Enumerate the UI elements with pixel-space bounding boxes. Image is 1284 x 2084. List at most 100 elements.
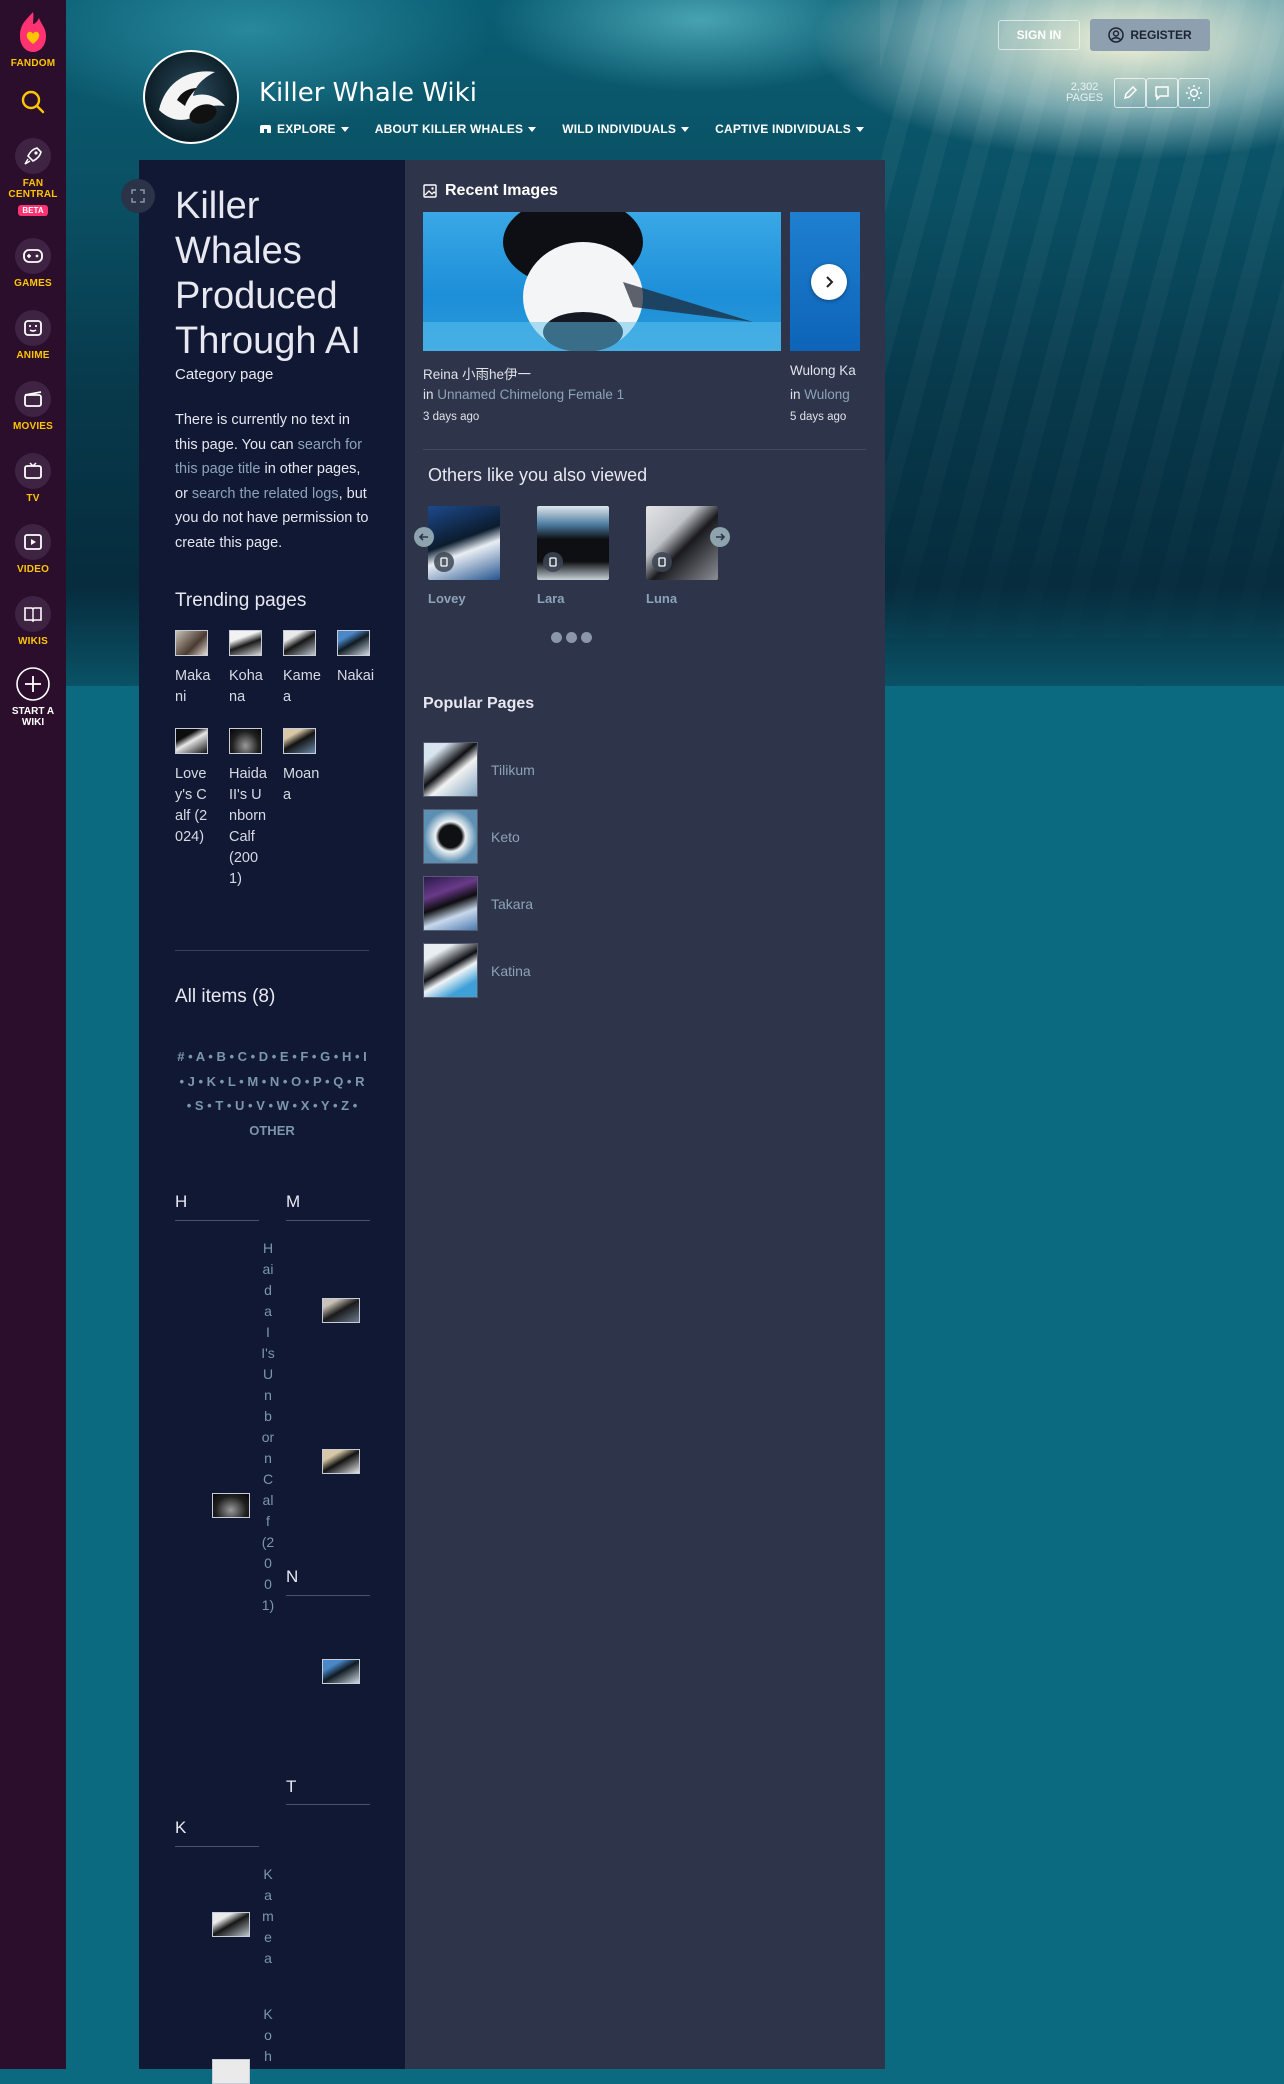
pagination-dot[interactable] bbox=[581, 632, 592, 643]
carousel-pagination bbox=[551, 632, 592, 643]
nav-wild-individuals[interactable]: WILD INDIVIDUALS bbox=[562, 122, 690, 136]
chevron-down-icon bbox=[855, 126, 864, 132]
item-thumbnail[interactable] bbox=[212, 1493, 250, 1518]
video-link[interactable]: VIDEO bbox=[0, 524, 66, 575]
nav-about-killer-whales[interactable]: ABOUT KILLER WHALES bbox=[375, 122, 537, 136]
nav-explore[interactable]: EXPLORE bbox=[259, 122, 349, 136]
play-icon bbox=[24, 534, 42, 550]
others-viewed-card[interactable] bbox=[428, 506, 500, 580]
carousel-prev-button[interactable] bbox=[414, 527, 434, 547]
theme-toggle-button[interactable] bbox=[1178, 78, 1210, 108]
orca-photo bbox=[423, 212, 781, 351]
popular-page-item[interactable]: Tilikum bbox=[423, 742, 723, 797]
all-items-heading: All items (8) bbox=[175, 986, 276, 1007]
trending-thumbnail bbox=[229, 728, 262, 754]
item-thumbnail[interactable] bbox=[212, 1912, 250, 1937]
trending-item[interactable]: Kamea bbox=[283, 630, 323, 708]
anime-link[interactable]: ANIME bbox=[0, 310, 66, 361]
category-item-link[interactable]: Haida II's Unborn Calf (2001) bbox=[261, 1238, 275, 1616]
trending-item-label: Makani bbox=[175, 668, 211, 705]
letter-heading-n: N bbox=[286, 1567, 299, 1586]
trending-item[interactable]: Haida II's Unborn Calf (2001) bbox=[229, 728, 269, 890]
popular-page-item[interactable]: Katina bbox=[423, 943, 723, 998]
trending-thumbnail bbox=[283, 630, 316, 656]
item-thumbnail[interactable] bbox=[322, 1659, 360, 1684]
category-item-link[interactable]: Kamea bbox=[261, 1864, 275, 1969]
letter-heading-k: K bbox=[175, 1818, 187, 1837]
others-viewed-name[interactable]: Lovey bbox=[428, 591, 466, 606]
others-viewed-card[interactable] bbox=[646, 506, 718, 580]
others-viewed-name[interactable]: Lara bbox=[537, 591, 564, 606]
category-item-link[interactable]: Koh bbox=[261, 2004, 275, 2067]
movies-link[interactable]: MOVIES bbox=[0, 381, 66, 432]
trending-item-label: Lovey's Calf (2024) bbox=[175, 766, 208, 845]
letter-heading-h: H bbox=[175, 1192, 188, 1211]
search-logs-link[interactable]: search the related logs bbox=[192, 486, 339, 502]
popular-page-item[interactable]: Keto bbox=[423, 809, 723, 864]
trending-item-label: Haida II's Unborn Calf (2001) bbox=[229, 766, 267, 887]
item-thumbnail[interactable] bbox=[322, 1298, 360, 1323]
alphabet-row[interactable]: • J • K • L • M • N • O • P • Q • R bbox=[175, 1070, 369, 1095]
others-viewed-card[interactable] bbox=[537, 506, 609, 580]
pencil-icon bbox=[1123, 85, 1138, 100]
fan-central-link[interactable]: FAN CENTRAL BETA bbox=[0, 138, 66, 218]
expand-content-button[interactable] bbox=[121, 179, 155, 213]
sun-icon bbox=[1186, 85, 1202, 101]
trending-item[interactable]: Nakai bbox=[337, 630, 377, 687]
chevron-down-icon bbox=[681, 126, 690, 132]
trending-item-label: Moana bbox=[283, 766, 320, 803]
pages-count: 2,302 PAGES bbox=[1066, 82, 1103, 104]
pagination-dot[interactable] bbox=[551, 632, 562, 643]
recent-image-title[interactable]: Reina 小雨he伊一 bbox=[423, 363, 531, 383]
trending-thumbnail bbox=[337, 630, 370, 656]
fandom-badge-icon bbox=[652, 552, 672, 572]
nav-captive-individuals[interactable]: CAPTIVE INDIVIDUALS bbox=[715, 122, 864, 136]
alphabet-index[interactable]: # • A • B • C • D • E • F • G • H • I • … bbox=[175, 1045, 369, 1143]
trending-item-label: Nakai bbox=[337, 668, 375, 684]
trending-item[interactable]: Makani bbox=[175, 630, 215, 708]
wikis-link[interactable]: WIKIS bbox=[0, 596, 66, 647]
item-thumbnail[interactable] bbox=[322, 1449, 360, 1474]
letter-underline bbox=[286, 1804, 370, 1805]
gamepad-icon bbox=[23, 249, 43, 263]
start-wiki-link[interactable]: START A WIKI bbox=[0, 666, 66, 728]
popular-page-item[interactable]: Takara bbox=[423, 876, 723, 931]
trending-item[interactable]: Moana bbox=[283, 728, 323, 806]
plus-circle-icon bbox=[16, 667, 50, 701]
letter-heading-m: M bbox=[286, 1192, 301, 1211]
carousel-next-button[interactable] bbox=[811, 264, 847, 300]
no-content-message: There is currently no text in this page.… bbox=[175, 408, 375, 555]
movies-label: MOVIES bbox=[12, 421, 54, 432]
carousel-next-button[interactable] bbox=[710, 527, 730, 547]
search-button[interactable] bbox=[0, 89, 66, 115]
recent-image-time: 3 days ago bbox=[423, 411, 480, 423]
sign-in-button[interactable]: SIGN IN bbox=[998, 20, 1080, 50]
image-icon bbox=[423, 184, 437, 198]
popular-page-name: Takara bbox=[491, 895, 534, 912]
fandom-badge-icon bbox=[434, 552, 454, 572]
discussions-button[interactable] bbox=[1146, 78, 1178, 108]
games-link[interactable]: GAMES bbox=[0, 238, 66, 289]
pagination-dot[interactable] bbox=[566, 632, 577, 643]
wiki-title[interactable]: Killer Whale Wiki bbox=[259, 78, 477, 108]
tv-link[interactable]: TV bbox=[0, 453, 66, 504]
wiki-logo[interactable] bbox=[143, 50, 239, 144]
letter-underline bbox=[175, 1220, 259, 1221]
edit-button[interactable] bbox=[1114, 78, 1146, 108]
others-viewed-name[interactable]: Luna bbox=[646, 591, 677, 606]
item-thumbnail[interactable] bbox=[212, 2059, 250, 2084]
fandom-flame-icon bbox=[20, 12, 46, 52]
recent-image-card[interactable] bbox=[423, 212, 781, 351]
fandom-logo-link[interactable]: FANDOM bbox=[0, 10, 66, 69]
alphabet-row[interactable]: • S • T • U • V • W • X • Y • Z • bbox=[175, 1094, 369, 1119]
recent-image-page-link[interactable]: Unnamed Chimelong Female 1 bbox=[437, 387, 624, 402]
recent-image-title[interactable]: Wulong Ka bbox=[790, 363, 860, 378]
register-button[interactable]: REGISTER bbox=[1090, 19, 1210, 51]
alphabet-row[interactable]: # • A • B • C • D • E • F • G • H • I bbox=[175, 1045, 369, 1070]
recent-image-page-link[interactable]: Wulong bbox=[804, 387, 850, 402]
trending-item[interactable]: Lovey's Calf (2024) bbox=[175, 728, 215, 848]
alphabet-other[interactable]: OTHER bbox=[175, 1119, 369, 1144]
recent-images-heading: Recent Images bbox=[423, 182, 558, 200]
trending-item[interactable]: Kohana bbox=[229, 630, 269, 708]
expand-icon bbox=[131, 189, 145, 203]
